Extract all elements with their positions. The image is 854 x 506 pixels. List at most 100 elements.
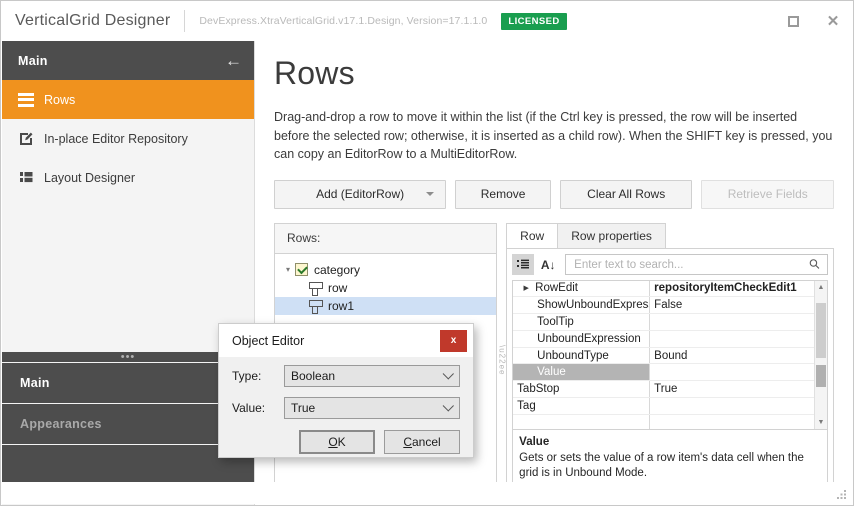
expander-icon[interactable]: ▶: [517, 284, 535, 292]
table-row[interactable]: UnboundType Bound: [513, 347, 815, 365]
sidebar-item-rows[interactable]: Rows: [2, 80, 254, 119]
table-row[interactable]: ToolTip: [513, 314, 815, 331]
action-buttons: Add (EditorRow) Remove Clear All Rows Re…: [274, 179, 835, 209]
cancel-accel: C: [403, 435, 412, 449]
cancel-button[interactable]: Cancel: [384, 430, 460, 454]
ok-rest: K: [337, 435, 346, 449]
tree-node-label: row: [328, 280, 348, 295]
grip-dots: •••: [120, 351, 136, 363]
property-search-box[interactable]: [565, 254, 829, 275]
resize-grip-icon[interactable]: [835, 487, 849, 501]
property-name-cell: Value: [513, 364, 651, 381]
remove-label: Remove: [480, 187, 526, 201]
page-title: Rows: [274, 55, 355, 91]
sidebar-group-empty: [2, 444, 254, 483]
table-row[interactable]: Tag: [513, 398, 815, 415]
category-row-icon: [295, 263, 308, 276]
property-value-cell[interactable]: [650, 331, 814, 347]
tree-node-label: row1: [328, 298, 355, 313]
sidebar-item-inplace-editor-repository[interactable]: In-place Editor Repository: [2, 119, 254, 158]
property-value-cell[interactable]: [650, 314, 814, 330]
maximize-icon[interactable]: [773, 2, 813, 40]
sidebar-item-layout-designer[interactable]: Layout Designer: [2, 158, 254, 197]
chevron-down-icon: [442, 400, 454, 412]
page-description: Drag-and-drop a row to move it within th…: [274, 110, 833, 161]
chevron-down-icon[interactable]: [426, 192, 435, 196]
sidebar-item-label: In-place Editor Repository: [44, 131, 188, 146]
statusbar: [2, 482, 853, 504]
property-value-cell[interactable]: Bound: [650, 348, 814, 364]
scrollbar-thumb[interactable]: [816, 302, 827, 358]
ok-button[interactable]: OK: [299, 430, 375, 454]
add-editorrow-button[interactable]: Add (EditorRow): [274, 179, 447, 209]
rows-panel-header-label: Rows:: [287, 231, 321, 245]
type-select[interactable]: Boolean: [284, 365, 460, 387]
alphabetical-sort-icon[interactable]: A↓: [537, 254, 559, 275]
sidebar-header: Main ←: [2, 41, 254, 80]
table-row[interactable]: UnboundExpression: [513, 330, 815, 348]
alphabetical-sort-glyph: A↓: [540, 257, 556, 272]
sidebar-group-appearances[interactable]: Appearances: [2, 403, 254, 444]
value-select[interactable]: True: [284, 397, 460, 419]
table-row[interactable]: ▶ RowEdit repositoryItemCheckEdit1: [513, 280, 815, 298]
retrieve-fields-button[interactable]: Retrieve Fields: [701, 179, 835, 209]
retrieve-fields-label: Retrieve Fields: [727, 187, 808, 201]
sidebar-group-label: Appearances: [20, 417, 102, 431]
sidebar-item-label: Rows: [44, 92, 76, 107]
assembly-name: DevExpress.XtraVerticalGrid.v17.1.Design…: [199, 15, 488, 27]
dialog-field-type: Type: Boolean: [232, 365, 460, 387]
table-row[interactable]: Value: [513, 364, 815, 382]
tree-node-label: category: [314, 262, 361, 277]
scroll-up-icon[interactable]: ▲: [815, 281, 827, 294]
title-separator: [184, 10, 186, 32]
rows-tree: ▾ category row row1: [275, 254, 496, 315]
scrollbar-thumb-active[interactable]: [816, 364, 827, 387]
property-value-cell[interactable]: True: [650, 381, 814, 397]
property-tab-body: A↓ Enter text to search... ▶ RowEdit rep…: [506, 247, 835, 498]
type-label: Type:: [232, 369, 262, 383]
table-row[interactable]: TabStop True: [513, 381, 815, 399]
back-arrow-icon[interactable]: ←: [225, 52, 242, 69]
property-grid-scrollbar[interactable]: ▲ ▼: [814, 280, 828, 429]
table-row-partial[interactable]: [513, 414, 814, 429]
add-editorrow-label: Add (EditorRow): [316, 187, 405, 201]
property-value-cell[interactable]: False: [650, 297, 814, 313]
tree-node-row[interactable]: row: [275, 279, 496, 297]
property-value-cell[interactable]: repositoryItemCheckEdit1: [650, 281, 814, 297]
remove-button[interactable]: Remove: [455, 179, 551, 209]
sidebar-splitter-grip[interactable]: •••: [2, 351, 254, 363]
app-title: VerticalGrid Designer: [15, 12, 171, 29]
dialog-titlebar: Object Editor x: [219, 324, 473, 357]
scroll-down-icon[interactable]: ▼: [815, 416, 827, 429]
tree-node-category[interactable]: ▾ category: [275, 261, 496, 279]
property-value-cell[interactable]: [650, 398, 814, 414]
dialog-body: Type: Boolean Value: True: [219, 357, 473, 419]
property-name-cell: UnboundType: [513, 347, 651, 364]
license-badge: LICENSED: [501, 12, 567, 30]
panel-splitter[interactable]: \u22ee: [497, 223, 506, 498]
editor-repository-icon: [18, 130, 44, 147]
clear-all-rows-label: Clear All Rows: [587, 187, 666, 201]
table-row[interactable]: ShowUnboundExpressi False: [513, 297, 815, 315]
property-name-cell: Tag: [513, 398, 651, 414]
dialog-close-icon[interactable]: x: [440, 329, 467, 352]
close-icon[interactable]: ✕: [813, 2, 853, 40]
property-value-cell[interactable]: [650, 364, 814, 380]
property-description-text: Gets or sets the value of a row item's d…: [519, 451, 804, 479]
property-value-cell[interactable]: [650, 415, 814, 429]
dialog-field-value: Value: True: [232, 397, 460, 419]
tab-row[interactable]: Row: [506, 222, 559, 248]
property-name-cell: TabStop: [513, 381, 651, 398]
type-select-value: Boolean: [291, 369, 336, 383]
dialog-buttons: OK Cancel: [219, 429, 473, 454]
editor-row-icon: [309, 299, 323, 314]
tab-row-properties[interactable]: Row properties: [557, 222, 666, 248]
expander-icon[interactable]: ▾: [281, 265, 295, 274]
sidebar-group-main[interactable]: Main: [2, 362, 254, 403]
categorized-view-icon[interactable]: [512, 254, 535, 275]
clear-all-rows-button[interactable]: Clear All Rows: [559, 179, 693, 209]
property-tabs: Row Row properties: [506, 222, 834, 248]
search-input[interactable]: [572, 257, 811, 272]
tree-node-row1[interactable]: row1: [275, 296, 496, 315]
